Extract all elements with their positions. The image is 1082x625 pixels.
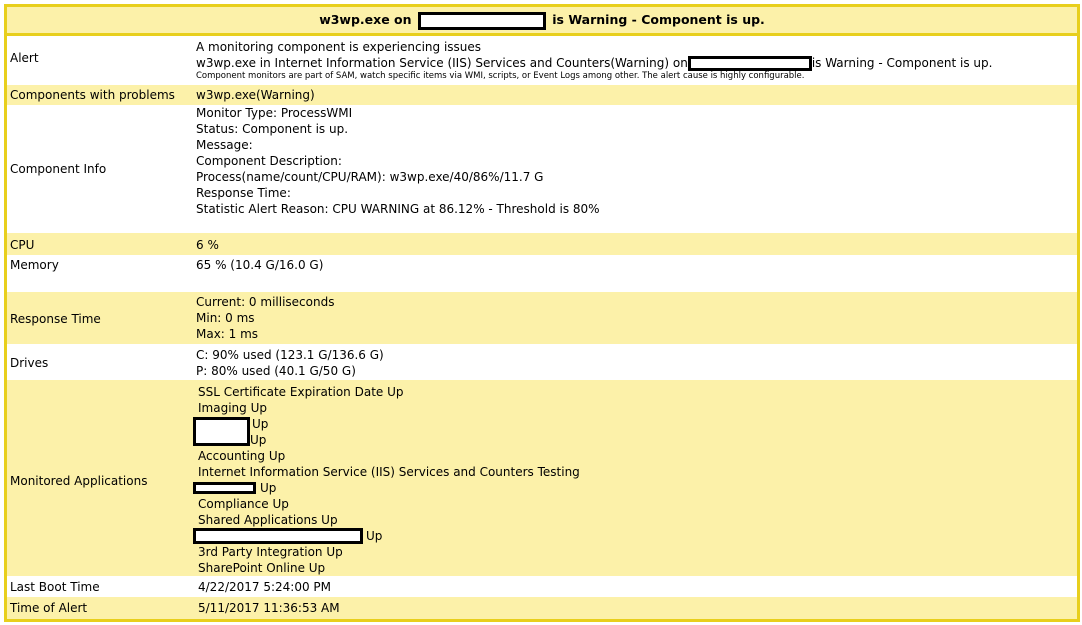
redacted-app-name — [193, 528, 363, 544]
cpu-row: CPU 6 % — [7, 233, 1077, 255]
component-info-line: Message: — [196, 138, 253, 152]
response-time-line: Min: 0 ms — [196, 311, 255, 325]
response-time-label: Response Time — [10, 312, 101, 326]
component-info-label: Component Info — [10, 162, 107, 176]
component-info-line: Status: Component is up. — [196, 122, 349, 136]
memory-label: Memory — [10, 258, 59, 272]
drives-row: Drives C: 90% used (123.1 G/136.6 G) P: … — [7, 346, 1077, 380]
drives-label: Drives — [10, 356, 49, 370]
app-item: Imaging Up — [198, 401, 267, 415]
title-prefix: w3wp.exe on — [319, 12, 412, 27]
component-info-row: Component Info Monitor Type: ProcessWMI … — [7, 105, 1077, 231]
app-item: Up — [250, 433, 267, 447]
alert-report: w3wp.exe on is Warning - Component is up… — [4, 4, 1080, 622]
app-item: 3rd Party Integration Up — [198, 545, 343, 559]
response-time-line: Max: 1 ms — [196, 327, 259, 341]
alert-row: Alert A monitoring component is experien… — [7, 36, 1077, 81]
app-item: Up — [193, 528, 580, 544]
time-of-alert-label: Time of Alert — [10, 601, 88, 615]
alert-label: Alert — [10, 51, 39, 65]
time-of-alert-value: 5/11/2017 11:36:53 AM — [198, 601, 340, 615]
memory-row: Memory 65 % (10.4 G/16.0 G) — [7, 255, 1077, 292]
alert-line1: A monitoring component is experiencing i… — [196, 40, 482, 54]
time-of-alert-row: Time of Alert 5/11/2017 11:36:53 AM — [7, 597, 1077, 619]
monitored-apps-label: Monitored Applications — [10, 474, 148, 488]
last-boot-value: 4/22/2017 5:24:00 PM — [198, 580, 332, 594]
app-item: SSL Certificate Expiration Date Up — [198, 385, 404, 399]
component-info-line: Statistic Alert Reason: CPU WARNING at 8… — [196, 202, 600, 216]
components-label: Components with problems — [10, 88, 175, 102]
last-boot-row: Last Boot Time 4/22/2017 5:24:00 PM — [7, 577, 1077, 596]
redacted-hostname — [417, 11, 546, 30]
component-info-line: Monitor Type: ProcessWMI — [196, 106, 353, 120]
cpu-label: CPU — [10, 238, 35, 252]
alert-line2-suffix: is Warning - Component is up. — [811, 56, 993, 70]
alert-note: Component monitors are part of SAM, watc… — [196, 71, 805, 81]
memory-value: 65 % (10.4 G/16.0 G) — [196, 258, 324, 272]
redacted-hostname — [687, 56, 812, 71]
report-title: w3wp.exe on is Warning - Component is up… — [7, 7, 1077, 36]
drive-line: C: 90% used (123.1 G/136.6 G) — [196, 348, 384, 362]
app-item: SharePoint Online Up — [198, 561, 326, 575]
component-info-line: Component Description: — [196, 154, 342, 168]
last-boot-label: Last Boot Time — [10, 580, 100, 594]
alert-line2: w3wp.exe in Internet Information Service… — [196, 55, 992, 71]
redacted-app-name — [193, 482, 256, 494]
app-item: Internet Information Service (IIS) Servi… — [198, 465, 580, 479]
response-time-row: Response Time Current: 0 milliseconds Mi… — [7, 292, 1077, 344]
app-item: Accounting Up — [198, 449, 286, 463]
alert-line2-prefix: w3wp.exe in Internet Information Service… — [196, 56, 688, 70]
title-suffix: is Warning - Component is up. — [552, 12, 765, 27]
app-item: Shared Applications Up — [198, 513, 338, 527]
components-value: w3wp.exe(Warning) — [196, 88, 315, 102]
monitored-apps-row: Monitored Applications SSL Certificate E… — [7, 380, 1077, 576]
app-item: Up — [193, 416, 580, 446]
app-item: Up — [193, 480, 580, 496]
app-item: Compliance Up — [198, 497, 289, 511]
cpu-value: 6 % — [196, 238, 219, 252]
components-row: Components with problems w3wp.exe(Warnin… — [7, 85, 1077, 105]
drive-line: P: 80% used (40.1 G/50 G) — [196, 364, 356, 378]
response-time-line: Current: 0 milliseconds — [196, 295, 335, 309]
component-info-line: Response Time: — [196, 186, 291, 200]
component-info-line: Process(name/count/CPU/RAM): w3wp.exe/40… — [196, 170, 544, 184]
